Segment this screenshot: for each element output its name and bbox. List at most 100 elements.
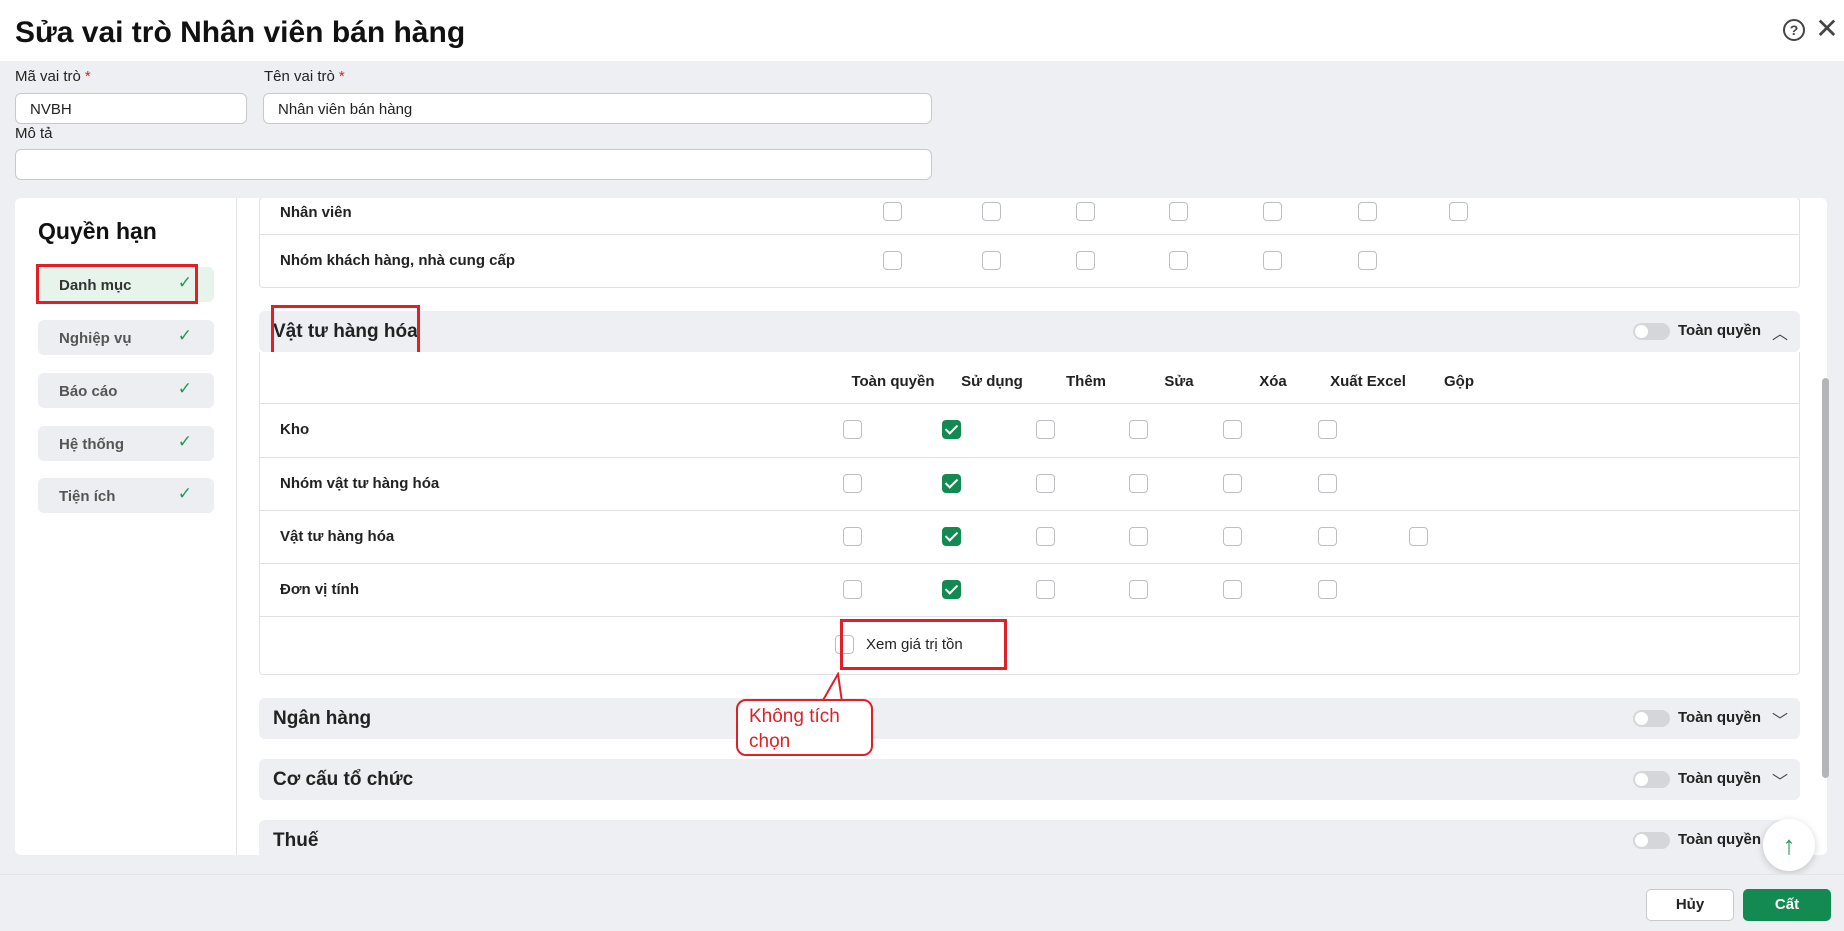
perm-checkbox[interactable]	[1129, 420, 1148, 439]
perm-checkbox[interactable]	[982, 251, 1001, 270]
col-header: Sửa	[1164, 373, 1194, 390]
section-title: Cơ cấu tổ chức	[273, 769, 414, 790]
description-label: Mô tả	[15, 125, 53, 142]
perm-checkbox[interactable]	[1129, 527, 1148, 546]
row-name: Kho	[280, 421, 310, 438]
section-header-co-cau-to-chuc[interactable]: Cơ cấu tổ chức Toàn quyền ﹀	[259, 759, 1800, 800]
perm-checkbox[interactable]	[1409, 527, 1428, 546]
table-row: Nhân viên	[260, 198, 1799, 235]
perm-checkbox[interactable]	[1223, 420, 1242, 439]
perm-checkbox[interactable]	[1076, 251, 1095, 270]
full-permission-toggle[interactable]	[1633, 323, 1670, 340]
save-button[interactable]: Cất	[1743, 889, 1831, 921]
highlight-box	[840, 619, 1007, 670]
perm-checkbox[interactable]	[1223, 474, 1242, 493]
sidebar-item-nghiep-vu[interactable]: Nghiệp vụ ✓	[38, 320, 214, 355]
perm-checkbox[interactable]	[843, 527, 862, 546]
sidebar-item-bao-cao[interactable]: Báo cáo ✓	[38, 373, 214, 408]
help-icon[interactable]: ?	[1783, 19, 1805, 41]
perm-checkbox[interactable]	[1263, 202, 1282, 221]
perm-checkbox[interactable]	[942, 580, 961, 599]
scrollbar-thumb[interactable]	[1822, 378, 1829, 778]
perm-checkbox[interactable]	[1223, 527, 1242, 546]
extra-option-row: Xem giá trị tồn	[260, 617, 1799, 673]
sidebar-item-label: Nghiệp vụ	[59, 330, 132, 347]
check-icon: ✓	[177, 326, 192, 345]
row-name: Nhóm vật tư hàng hóa	[280, 475, 440, 492]
perm-checkbox[interactable]	[1318, 580, 1337, 599]
highlight-box	[36, 264, 198, 304]
perm-checkbox[interactable]	[1263, 251, 1282, 270]
sidebar-item-tien-ich[interactable]: Tiện ích ✓	[38, 478, 214, 513]
check-icon: ✓	[177, 484, 192, 503]
perm-checkbox[interactable]	[1129, 474, 1148, 493]
col-header: Xóa	[1259, 373, 1287, 390]
sidebar-item-label: Tiện ích	[59, 488, 116, 505]
code-input[interactable]: NVBH	[15, 93, 247, 124]
perm-checkbox[interactable]	[1036, 527, 1055, 546]
chevron-up-icon[interactable]: ︿	[1770, 320, 1790, 343]
col-header: Sử dụng	[961, 373, 1023, 390]
description-input[interactable]	[15, 149, 932, 180]
chevron-down-icon[interactable]: ﹀	[1770, 707, 1790, 730]
full-permission-toggle[interactable]	[1633, 710, 1670, 727]
perm-checkbox[interactable]	[1036, 474, 1055, 493]
permission-sidebar: Quyền hạn Danh mục ✓ Nghiệp vụ ✓ Báo cáo…	[15, 198, 237, 855]
annotation-callout: Không tích chọn	[736, 699, 873, 756]
code-label: Mã vai trò *	[15, 68, 91, 85]
section-header-thue[interactable]: Thuế Toàn quyền	[259, 820, 1800, 855]
col-header: Thêm	[1065, 373, 1107, 390]
perm-checkbox[interactable]	[883, 202, 902, 221]
perm-checkbox[interactable]	[1318, 474, 1337, 493]
row-name: Vật tư hàng hóa	[280, 528, 395, 545]
perm-checkbox[interactable]	[1449, 202, 1468, 221]
chevron-down-icon[interactable]: ﹀	[1770, 768, 1790, 791]
perm-checkbox[interactable]	[843, 580, 862, 599]
perm-checkbox[interactable]	[1318, 527, 1337, 546]
column-header-row: Toàn quyền Sử dụng Thêm Sửa Xóa Xuất Exc…	[260, 352, 1799, 404]
row-name: Nhóm khách hàng, nhà cung cấp	[280, 252, 516, 269]
perm-checkbox[interactable]	[1036, 580, 1055, 599]
perm-checkbox[interactable]	[942, 527, 961, 546]
perm-checkbox[interactable]	[1036, 420, 1055, 439]
section-header-vat-tu[interactable]: Vật tư hàng hóa Toàn quyền ︿	[259, 311, 1800, 352]
arrow-up-icon[interactable]: ↑	[1763, 819, 1815, 871]
perm-checkbox[interactable]	[883, 251, 902, 270]
table-row: Vật tư hàng hóa	[260, 511, 1799, 564]
perm-checkbox[interactable]	[942, 420, 961, 439]
permission-content: Nhân viên Nhóm khách hàng, nhà cung cấp	[237, 198, 1827, 855]
perm-checkbox[interactable]	[1169, 202, 1188, 221]
sidebar-item-label: Báo cáo	[59, 383, 118, 400]
toggle-label: Toàn quyền	[1678, 770, 1762, 787]
name-input[interactable]: Nhân viên bán hàng	[263, 93, 932, 124]
toggle-label: Toàn quyền	[1678, 709, 1762, 726]
toggle-label: Toàn quyền	[1678, 831, 1762, 848]
perm-checkbox[interactable]	[1358, 251, 1377, 270]
dialog-header: Sửa vai trò Nhân viên bán hàng ? ✕	[0, 0, 1844, 61]
perm-checkbox[interactable]	[1129, 580, 1148, 599]
scrollbar[interactable]	[1819, 198, 1831, 855]
perm-checkbox[interactable]	[982, 202, 1001, 221]
check-icon: ✓	[177, 379, 192, 398]
perm-checkbox[interactable]	[1076, 202, 1095, 221]
permission-panel: Quyền hạn Danh mục ✓ Nghiệp vụ ✓ Báo cáo…	[15, 198, 1827, 855]
section-body-vat-tu: Toàn quyền Sử dụng Thêm Sửa Xóa Xuất Exc…	[259, 352, 1800, 675]
full-permission-toggle[interactable]	[1633, 832, 1670, 849]
sidebar-item-he-thong[interactable]: Hệ thống ✓	[38, 426, 214, 461]
name-label: Tên vai trò *	[264, 68, 345, 85]
cancel-button[interactable]: Hủy	[1646, 889, 1734, 921]
close-icon[interactable]: ✕	[1815, 14, 1839, 44]
full-permission-toggle[interactable]	[1633, 771, 1670, 788]
table-row: Kho	[260, 404, 1799, 458]
toggle-label: Toàn quyền	[1678, 322, 1762, 339]
section-header-ngan-hang[interactable]: Ngân hàng Toàn quyền ﹀	[259, 698, 1800, 739]
perm-checkbox[interactable]	[1318, 420, 1337, 439]
col-header: Gộp	[1444, 373, 1474, 390]
perm-checkbox[interactable]	[942, 474, 961, 493]
perm-checkbox[interactable]	[1358, 202, 1377, 221]
perm-checkbox[interactable]	[1169, 251, 1188, 270]
perm-checkbox[interactable]	[843, 474, 862, 493]
perm-checkbox[interactable]	[843, 420, 862, 439]
dialog-title: Sửa vai trò Nhân viên bán hàng	[15, 16, 466, 49]
perm-checkbox[interactable]	[1223, 580, 1242, 599]
